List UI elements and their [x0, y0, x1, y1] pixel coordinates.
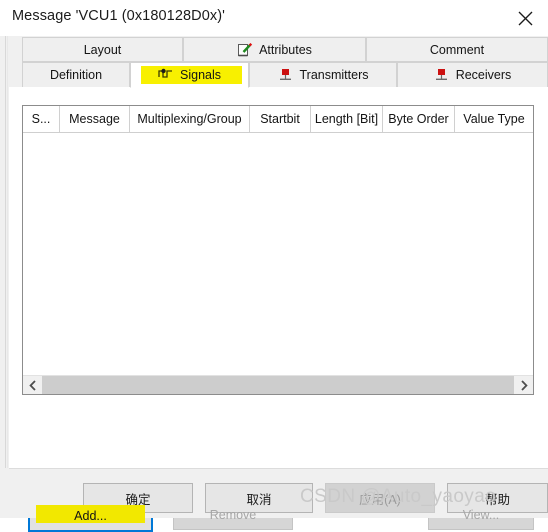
- column-header[interactable]: Byte Order: [383, 106, 455, 132]
- column-header[interactable]: S...: [23, 106, 60, 132]
- footer-separator: [9, 468, 548, 469]
- column-header[interactable]: Multiplexing/Group: [130, 106, 250, 132]
- attributes-icon: [237, 42, 253, 57]
- node-icon: [434, 68, 450, 82]
- tab-transmitters-label: Transmitters: [299, 68, 369, 82]
- left-border: [5, 36, 6, 518]
- cancel-button-label: 取消: [246, 492, 272, 507]
- tab-receivers[interactable]: Receivers: [397, 62, 548, 88]
- apply-button-label: 应用(A): [359, 492, 401, 507]
- view-button-label: View...: [462, 508, 500, 522]
- tab-attributes[interactable]: Attributes: [183, 37, 366, 62]
- tab-strip: Layout Attributes Comment Definition Sig…: [9, 37, 548, 88]
- left-border-inner: [7, 36, 8, 518]
- close-icon[interactable]: [508, 4, 542, 32]
- window-body: Layout Attributes Comment Definition Sig…: [0, 36, 548, 532]
- scrollbar-track[interactable]: [42, 376, 514, 394]
- tab-definition[interactable]: Definition: [22, 62, 130, 88]
- column-header[interactable]: Length [Bit]: [311, 106, 383, 132]
- apply-button[interactable]: 应用(A): [325, 483, 435, 513]
- tab-transmitters[interactable]: Transmitters: [249, 62, 397, 88]
- tab-definition-label: Definition: [49, 68, 103, 82]
- node-icon: [278, 68, 294, 82]
- tab-comment[interactable]: Comment: [366, 37, 548, 62]
- signals-tab-page: S... Message Multiplexing/Group Startbit Len…: [9, 87, 548, 532]
- tab-attributes-label: Attributes: [259, 42, 312, 57]
- chevron-right-icon[interactable]: [514, 376, 533, 394]
- column-header[interactable]: Startbit: [250, 106, 311, 132]
- signals-list-rows[interactable]: [23, 133, 533, 375]
- tab-layout[interactable]: Layout: [22, 37, 183, 62]
- signals-list[interactable]: S... Message Multiplexing/Group Startbit Len…: [22, 105, 534, 395]
- horizontal-scrollbar[interactable]: [23, 375, 533, 394]
- add-button-label: Add...: [74, 508, 107, 523]
- signals-icon: [158, 68, 174, 82]
- column-header[interactable]: Value Type: [455, 106, 533, 132]
- help-button-label: 帮助: [484, 492, 510, 507]
- chevron-left-icon[interactable]: [23, 376, 42, 394]
- window-title: Message 'VCU1 (0x180128D0x)': [12, 8, 226, 24]
- remove-button-label: Remove: [209, 508, 257, 522]
- scrollbar-thumb[interactable]: [42, 376, 514, 394]
- signals-list-header: S... Message Multiplexing/Group Startbit Len…: [23, 106, 533, 133]
- tab-signals[interactable]: Signals: [130, 62, 249, 88]
- tab-comment-label: Comment: [429, 42, 485, 57]
- message-properties-dialog: Message 'VCU1 (0x180128D0x)' Layout Attr…: [0, 0, 548, 532]
- tab-layout-label: Layout: [83, 42, 122, 57]
- title-bar: Message 'VCU1 (0x180128D0x)': [0, 0, 548, 36]
- column-header[interactable]: Message: [60, 106, 130, 132]
- tab-signals-label: Signals: [180, 68, 221, 82]
- tab-receivers-label: Receivers: [455, 68, 512, 82]
